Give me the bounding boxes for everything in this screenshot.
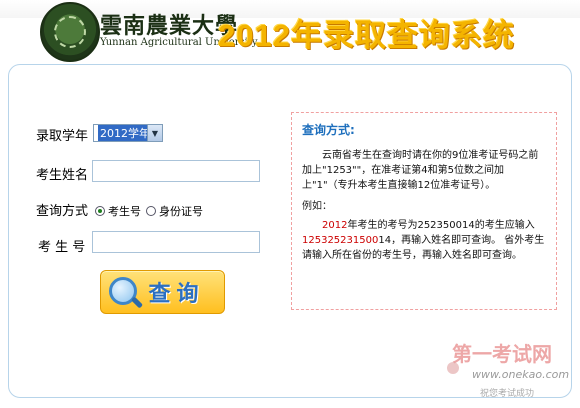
watermark-slogan: 祝您考试成功 <box>480 389 535 399</box>
instructions-title: 查询方式: <box>302 123 355 137</box>
university-seal-logo <box>40 2 100 62</box>
method-option-exam-no[interactable]: 考生号 <box>95 203 141 219</box>
year-select-value: 2012学年 <box>98 125 152 141</box>
system-title: 2012年录取查询系统 <box>218 18 515 53</box>
query-instructions-box: 查询方式: 云南省考生在查询时请在你的9位准考证号码之前加上"1253""，在准… <box>291 112 557 310</box>
page-header: 雲南農業大學 Yunnan Agricultural University 20… <box>0 0 580 72</box>
instructions-text: 云南省考生在查询时请在你的9位准考证号码之前加上"1253""，在准考证第4和第… <box>302 150 539 191</box>
example-year: 2012 <box>322 220 348 231</box>
name-label: 考生姓名 <box>36 168 89 183</box>
example-text: 2012年考生的考号为252350014的考生应输入12532523150014… <box>302 218 546 263</box>
exam-no-label: 考 生 号 <box>38 240 86 255</box>
radio-selected-icon[interactable] <box>95 206 105 216</box>
year-label: 录取学年 <box>36 129 89 144</box>
method-option-label: 身份证号 <box>159 205 203 218</box>
query-button[interactable]: 查询 <box>100 270 225 314</box>
year-select[interactable]: 2012学年 ▼ <box>93 124 163 142</box>
method-option-label: 考生号 <box>108 205 141 218</box>
example-part1: 年考生的考号为252350014的考生应输入 <box>347 220 535 231</box>
name-input[interactable] <box>92 160 260 182</box>
magnifier-icon <box>109 277 137 305</box>
example-code: 125325231500 <box>302 235 379 246</box>
exam-no-input[interactable] <box>92 231 260 253</box>
radio-unselected-icon[interactable] <box>146 206 156 216</box>
site-watermark: 第一考试网 www.onekao.com 祝您考试成功 <box>447 336 577 402</box>
watermark-url: www.onekao.com <box>472 368 570 381</box>
chevron-down-icon[interactable]: ▼ <box>147 125 162 141</box>
watermark-site-name: 第一考试网 <box>452 342 552 366</box>
example-label: 例如： <box>302 201 332 212</box>
method-option-id-card[interactable]: 身份证号 <box>146 203 203 219</box>
method-label: 查询方式 <box>36 204 89 219</box>
query-button-label: 查询 <box>148 282 205 307</box>
watermark-figure-icon <box>447 362 459 374</box>
